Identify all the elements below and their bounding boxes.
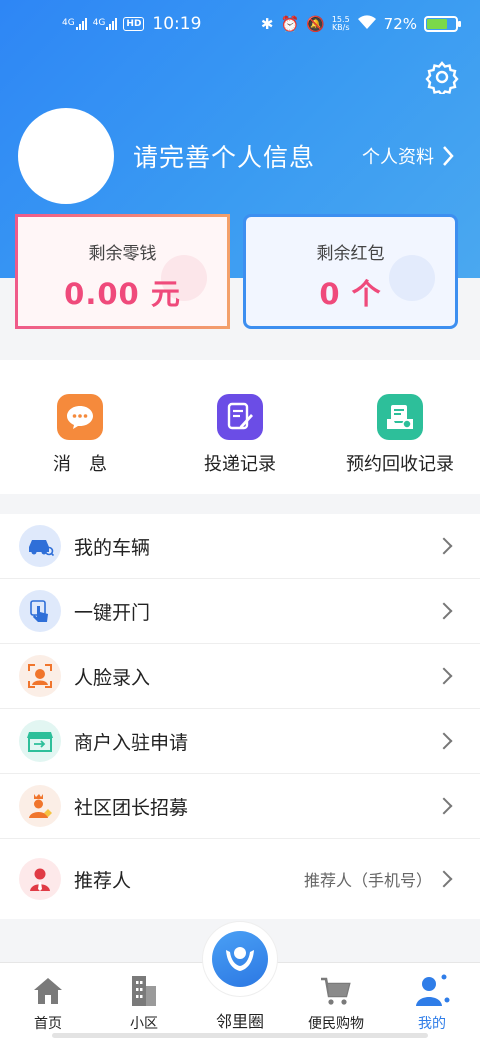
network-type-2: 4G xyxy=(92,18,106,28)
quick-action-messages[interactable]: 消 息 xyxy=(0,394,160,476)
tap-door-icon xyxy=(19,590,61,632)
menu-item-label: 社区团长招募 xyxy=(74,796,189,819)
referrer-icon xyxy=(19,858,61,900)
settings-gear-icon[interactable] xyxy=(425,60,459,97)
menu-item-label: 推荐人 xyxy=(74,869,132,892)
referrer-phone-hint: 推荐人（手机号） xyxy=(303,871,432,890)
quick-action-label: 消 息 xyxy=(53,454,107,475)
menu-item-referrer[interactable]: 推荐人 推荐人（手机号） xyxy=(0,839,480,919)
signal-icon: 4G xyxy=(62,18,87,30)
menu-list: 我的车辆 一键开门 人脸录入 商户入驻申请 社区团长招募 推荐人 推荐人（手机号… xyxy=(0,514,480,919)
wifi-icon xyxy=(357,14,377,34)
clock: 10:19 xyxy=(152,14,202,34)
tab-neighbors-label[interactable]: 邻里圈 xyxy=(196,1008,284,1032)
cart-icon xyxy=(288,973,384,1009)
home-indicator xyxy=(52,1033,428,1038)
battery-icon xyxy=(424,16,461,32)
avatar[interactable] xyxy=(18,108,114,204)
car-icon xyxy=(19,525,61,567)
menu-item-one-key-open[interactable]: 一键开门 xyxy=(0,579,480,644)
tab-home[interactable]: 首页 xyxy=(0,973,96,1033)
tab-community[interactable]: 小区 xyxy=(96,973,192,1033)
signal-icon-2: 4G xyxy=(93,18,118,30)
balance-label: 剩余零钱 xyxy=(88,244,157,264)
quick-action-label: 投递记录 xyxy=(204,454,276,475)
network-type-1: 4G xyxy=(62,18,75,28)
menu-item-label: 商户入驻申请 xyxy=(74,731,189,754)
quick-action-delivery-records[interactable]: 投递记录 xyxy=(160,394,320,476)
quick-action-label: 预约回收记录 xyxy=(346,454,454,475)
profile-name-prompt[interactable]: 请完善个人信息 xyxy=(133,138,315,174)
tab-label: 小区 xyxy=(130,1016,158,1032)
tab-label: 首页 xyxy=(34,1016,62,1032)
profile-link-label: 个人资料 xyxy=(362,147,434,168)
balance-value: 0.00 元 xyxy=(64,277,181,311)
chevron-right-icon xyxy=(435,602,453,620)
menu-item-label: 人脸录入 xyxy=(74,666,151,689)
tab-shopping[interactable]: 便民购物 xyxy=(288,973,384,1033)
chevron-right-icon xyxy=(435,537,453,555)
mute-icon: 🔕 xyxy=(306,15,325,33)
chevron-right-icon xyxy=(443,146,454,166)
battery-percent: 72% xyxy=(383,15,417,33)
hd-icon: HD xyxy=(123,17,145,31)
document-edit-icon xyxy=(217,394,263,440)
balance-card[interactable]: 剩余零钱 0.00 元 xyxy=(15,214,230,329)
tab-neighbors-button[interactable] xyxy=(203,922,277,996)
recycle-record-icon xyxy=(377,394,423,440)
menu-item-face-enroll[interactable]: 人脸录入 xyxy=(0,644,480,709)
chevron-right-icon xyxy=(435,870,453,888)
neighbors-icon xyxy=(212,931,268,987)
network-speed: 15.5 KB/s xyxy=(331,15,350,32)
building-icon xyxy=(96,973,192,1009)
home-icon xyxy=(0,973,96,1009)
profile-link[interactable]: 个人资料 xyxy=(362,143,454,169)
alarm-icon: ⏰ xyxy=(280,15,300,33)
redpacket-label: 剩余红包 xyxy=(316,244,385,264)
menu-item-leader-recruit[interactable]: 社区团长招募 xyxy=(0,774,480,839)
bluetooth-icon: ✱ xyxy=(260,15,274,33)
menu-item-label: 我的车辆 xyxy=(74,536,151,559)
quick-actions: 消 息 投递记录 预约回收记录 xyxy=(0,360,480,494)
redpacket-value: 0 个 xyxy=(319,277,382,311)
tab-mine[interactable]: 我的 xyxy=(384,973,480,1033)
chevron-right-icon xyxy=(435,797,453,815)
face-scan-icon xyxy=(19,655,61,697)
tab-label: 便民购物 xyxy=(308,1016,364,1032)
quick-action-recycle-records[interactable]: 预约回收记录 xyxy=(320,394,480,476)
menu-item-label: 一键开门 xyxy=(74,601,151,624)
user-icon xyxy=(384,973,480,1009)
menu-item-my-vehicles[interactable]: 我的车辆 xyxy=(0,514,480,579)
redpacket-card[interactable]: 剩余红包 0 个 xyxy=(243,214,458,329)
leader-icon xyxy=(19,785,61,827)
menu-item-merchant-apply[interactable]: 商户入驻申请 xyxy=(0,709,480,774)
store-icon xyxy=(19,720,61,762)
status-bar: 4G 4G HD 10:19 ✱ ⏰ 🔕 15.5 KB/s 72% xyxy=(0,0,480,52)
chevron-right-icon xyxy=(435,732,453,750)
tab-label: 我的 xyxy=(418,1016,446,1032)
chevron-right-icon xyxy=(435,667,453,685)
message-icon xyxy=(57,394,103,440)
